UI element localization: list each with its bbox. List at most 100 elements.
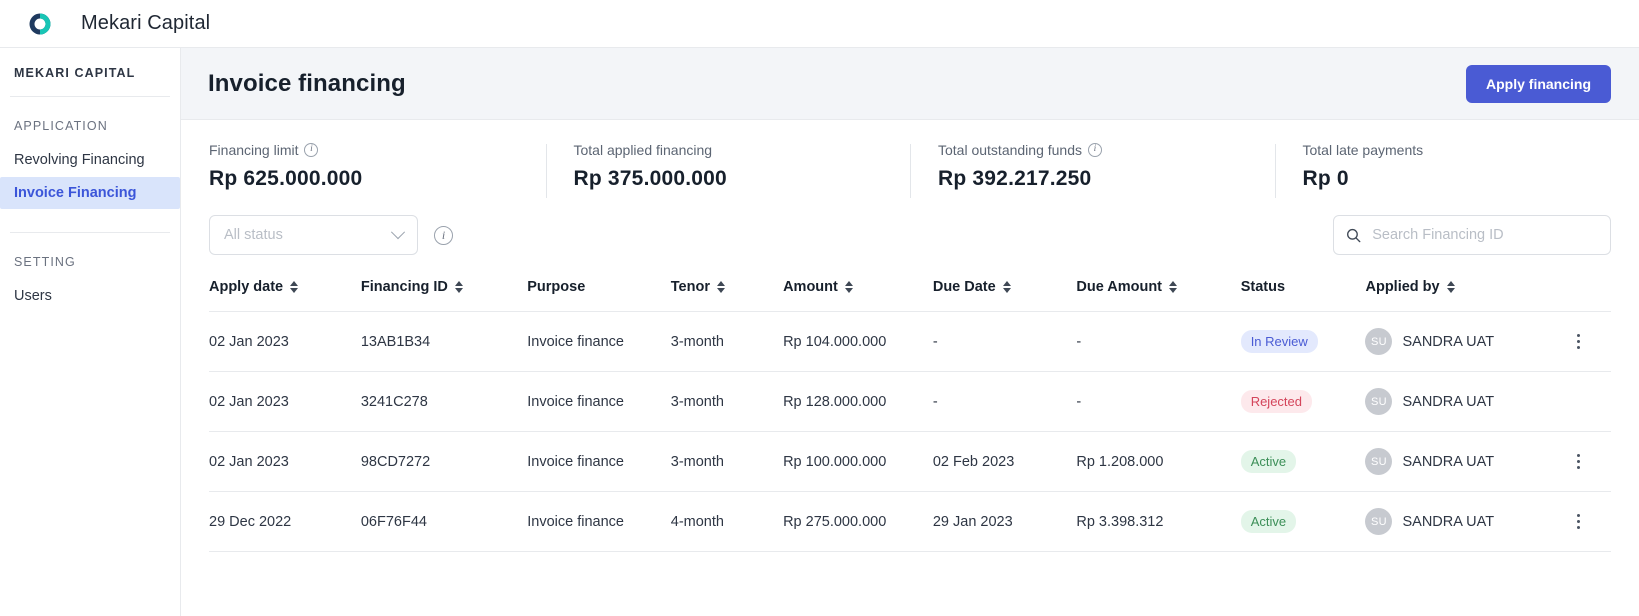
- table-row[interactable]: 02 Jan 2023 98CD7272 Invoice finance 3-m…: [209, 431, 1611, 492]
- sort-toggle-icon[interactable]: [1446, 280, 1455, 294]
- cell-status: Rejected: [1240, 371, 1366, 432]
- cell-due-date: 02 Feb 2023: [932, 431, 1077, 492]
- status-filter-select[interactable]: All status: [209, 215, 418, 255]
- cell-status: Active: [1240, 491, 1366, 552]
- info-circle-icon[interactable]: i: [304, 143, 319, 157]
- column-header-applied-by[interactable]: Applied by: [1365, 271, 1569, 312]
- stat-value: Rp 625.000.000: [209, 167, 363, 190]
- cell-due-amount: -: [1076, 311, 1241, 372]
- column-label: Amount: [783, 279, 838, 295]
- cell-applied-by: SU SANDRA UAT: [1365, 491, 1570, 552]
- cell-apply-date: 02 Jan 2023: [209, 431, 361, 492]
- cell-financing-id: 3241C278: [360, 371, 528, 432]
- app-topbar: Mekari Capital: [0, 0, 1639, 48]
- column-header-financing-id[interactable]: Financing ID: [361, 271, 527, 312]
- applied-by-name: SANDRA UAT: [1402, 333, 1495, 350]
- financing-table: Apply date Financing ID Purpose Tenor Am…: [209, 271, 1611, 552]
- cell-amount: Rp 128.000.000: [783, 371, 933, 432]
- stat-total-outstanding-funds: Total outstanding funds i Rp 392.217.250: [910, 142, 1275, 198]
- table-row[interactable]: 29 Dec 2022 06F76F44 Invoice finance 4-m…: [209, 491, 1611, 552]
- stat-label-text: Total late payments: [1302, 142, 1424, 158]
- cell-due-amount: Rp 1.208.000: [1076, 431, 1241, 492]
- cell-apply-date: 02 Jan 2023: [209, 311, 361, 372]
- avatar: SU: [1365, 508, 1393, 535]
- sort-toggle-icon[interactable]: [290, 280, 299, 294]
- table-row[interactable]: 02 Jan 2023 13AB1B34 Invoice finance 3-m…: [209, 311, 1611, 372]
- sidebar-item-users[interactable]: Users: [0, 280, 180, 312]
- sort-toggle-icon[interactable]: [716, 280, 725, 294]
- column-header-purpose: Purpose: [527, 271, 671, 312]
- row-actions-menu-icon[interactable]: [1569, 514, 1587, 529]
- avatar: SU: [1365, 388, 1393, 415]
- stat-label: Total late payments: [1303, 142, 1612, 158]
- cell-actions: [1569, 311, 1611, 372]
- page-title: Invoice financing: [208, 69, 406, 97]
- chevron-down-icon: [390, 225, 406, 240]
- column-header-apply-date[interactable]: Apply date: [209, 271, 361, 312]
- column-header-actions: [1569, 271, 1611, 312]
- filter-info-circle-icon[interactable]: i: [434, 225, 453, 245]
- sidebar-item-invoice-financing[interactable]: Invoice Financing: [0, 177, 180, 209]
- table-head: Apply date Financing ID Purpose Tenor Am…: [209, 271, 1611, 312]
- column-label: Due Amount: [1076, 279, 1163, 295]
- sidebar-item-revolving-financing[interactable]: Revolving Financing: [0, 144, 180, 176]
- cell-amount: Rp 275.000.000: [783, 491, 933, 552]
- cell-tenor: 4-month: [670, 491, 784, 552]
- column-header-tenor[interactable]: Tenor: [671, 271, 783, 312]
- stat-label-text: Financing limit: [209, 142, 299, 158]
- column-header-due-amount[interactable]: Due Amount: [1076, 271, 1240, 312]
- sort-toggle-icon[interactable]: [1169, 280, 1178, 294]
- sidebar: MEKARI CAPITAL APPLICATION Revolving Fin…: [0, 48, 181, 616]
- page-header: Invoice financing Apply financing: [181, 48, 1639, 120]
- sidebar-item-label: Revolving Financing: [14, 152, 145, 168]
- cell-tenor: 3-month: [670, 371, 784, 432]
- cell-purpose: Invoice finance: [527, 371, 671, 432]
- sidebar-group-label-setting: SETTING: [14, 255, 76, 269]
- cell-applied-by: SU SANDRA UAT: [1365, 311, 1570, 372]
- apply-financing-button[interactable]: Apply financing: [1466, 64, 1611, 103]
- financing-table-wrap: Apply date Financing ID Purpose Tenor Am…: [181, 255, 1639, 552]
- stat-value: Rp 392.217.250: [938, 167, 1092, 190]
- cell-status: In Review: [1240, 311, 1366, 372]
- table-row[interactable]: 02 Jan 2023 3241C278 Invoice finance 3-m…: [209, 371, 1611, 432]
- cell-due-date: -: [932, 371, 1077, 432]
- status-badge: Active: [1240, 449, 1297, 474]
- cell-apply-date: 29 Dec 2022: [209, 491, 361, 552]
- sort-toggle-icon[interactable]: [454, 280, 463, 294]
- cell-actions: [1569, 371, 1611, 432]
- mekari-ring-logo-icon: [26, 10, 54, 38]
- avatar: SU: [1365, 448, 1393, 475]
- cell-tenor: 3-month: [670, 431, 784, 492]
- table-body: 02 Jan 2023 13AB1B34 Invoice finance 3-m…: [209, 311, 1611, 552]
- stat-financing-limit: Financing limit i Rp 625.000.000: [181, 142, 546, 191]
- avatar: SU: [1365, 328, 1393, 355]
- column-header-amount[interactable]: Amount: [783, 271, 933, 312]
- summary-stats: Financing limit i Rp 625.000.000 Total a…: [181, 120, 1639, 207]
- cell-amount: Rp 100.000.000: [783, 431, 933, 492]
- status-filter-value: All status: [224, 227, 283, 243]
- column-label: Due Date: [932, 279, 996, 295]
- search-input[interactable]: [1372, 227, 1598, 243]
- cell-due-date: -: [932, 311, 1077, 372]
- row-actions-menu-icon[interactable]: [1569, 454, 1587, 469]
- brand-title: Mekari Capital: [81, 12, 211, 34]
- stat-label: Total applied financing: [574, 142, 883, 158]
- applied-by-name: SANDRA UAT: [1402, 453, 1495, 470]
- column-header-due-date[interactable]: Due Date: [933, 271, 1077, 312]
- stat-value: Rp 375.000.000: [573, 167, 727, 190]
- sort-toggle-icon[interactable]: [1002, 280, 1011, 294]
- cell-financing-id: 98CD7272: [360, 431, 528, 492]
- column-header-status: Status: [1241, 271, 1366, 312]
- sort-toggle-icon[interactable]: [844, 280, 853, 294]
- column-label: Financing ID: [360, 279, 448, 295]
- info-circle-icon[interactable]: i: [1088, 143, 1102, 157]
- table-header-row: Apply date Financing ID Purpose Tenor Am…: [209, 271, 1611, 312]
- stat-label: Total outstanding funds i: [938, 142, 1247, 158]
- main-content: Invoice financing Apply financing Financ…: [181, 48, 1639, 616]
- row-actions-menu-icon[interactable]: [1569, 334, 1587, 349]
- sidebar-group-label-application: APPLICATION: [14, 119, 108, 133]
- cell-due-date: 29 Jan 2023: [932, 491, 1077, 552]
- sidebar-org-name: MEKARI CAPITAL: [14, 66, 136, 80]
- search-financing-id-box[interactable]: [1333, 215, 1611, 255]
